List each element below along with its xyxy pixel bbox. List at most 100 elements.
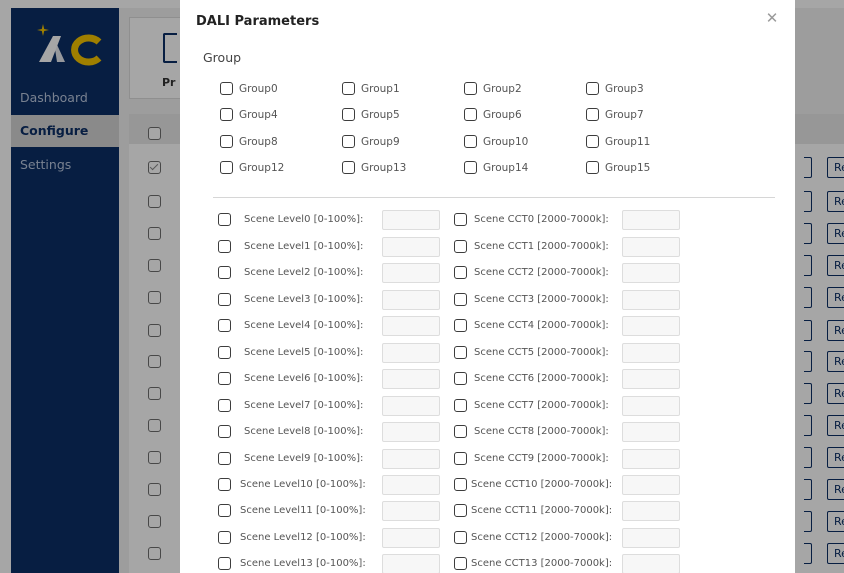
group-label: Group13: [361, 162, 407, 174]
scene-level-checkbox[interactable]: [218, 346, 231, 359]
scene-level-label: Scene Level9 [0-100%]:: [244, 453, 364, 464]
scene-level-label: Scene Level6 [0-100%]:: [244, 373, 364, 384]
scene-cct-input[interactable]: [622, 396, 680, 416]
scene-cct-label: Scene CCT4 [2000-7000k]:: [474, 320, 609, 331]
scene-cct-checkbox[interactable]: [454, 266, 467, 279]
scene-cct-checkbox[interactable]: [454, 425, 467, 438]
scene-cct-input[interactable]: [622, 237, 680, 257]
scene-cct-checkbox[interactable]: [454, 557, 467, 570]
scene-cct-input[interactable]: [622, 449, 680, 469]
group-label: Group6: [483, 109, 522, 121]
scene-cct-input[interactable]: [622, 554, 680, 573]
scene-cct-input[interactable]: [622, 475, 680, 495]
scene-level-input[interactable]: [382, 316, 440, 336]
scene-cct-checkbox[interactable]: [454, 478, 467, 491]
scene-level-checkbox[interactable]: [218, 452, 231, 465]
group-checkbox[interactable]: [342, 82, 355, 95]
scene-cct-input[interactable]: [622, 422, 680, 442]
scene-cct-label: Scene CCT1 [2000-7000k]:: [474, 241, 609, 252]
group-checkbox[interactable]: [464, 135, 477, 148]
group-checkbox[interactable]: [464, 82, 477, 95]
group-checkbox[interactable]: [464, 161, 477, 174]
scene-cct-input[interactable]: [622, 316, 680, 336]
scene-row: Scene Level8 [0-100%]: Scene CCT8 [2000-7…: [180, 422, 795, 442]
scene-level-checkbox[interactable]: [218, 293, 231, 306]
scene-level-label: Scene Level2 [0-100%]:: [244, 267, 364, 278]
scene-level-input[interactable]: [382, 528, 440, 548]
scene-level-input[interactable]: [382, 343, 440, 363]
scene-level-label: Scene Level11 [0-100%]:: [240, 505, 366, 516]
scene-cct-input[interactable]: [622, 501, 680, 521]
scene-level-input[interactable]: [382, 422, 440, 442]
scene-cct-input[interactable]: [622, 290, 680, 310]
group-checkbox[interactable]: [220, 135, 233, 148]
dialog-title: DALI Parameters: [196, 14, 320, 29]
scene-cct-checkbox[interactable]: [454, 399, 467, 412]
scene-level-checkbox[interactable]: [218, 266, 231, 279]
scene-cct-label: Scene CCT2 [2000-7000k]:: [474, 267, 609, 278]
scene-level-checkbox[interactable]: [218, 399, 231, 412]
group-checkbox[interactable]: [220, 82, 233, 95]
scene-level-input[interactable]: [382, 449, 440, 469]
group-label: Group9: [361, 136, 400, 148]
group-checkbox[interactable]: [464, 108, 477, 121]
scene-cct-label: Scene CCT8 [2000-7000k]:: [474, 426, 609, 437]
scene-row: Scene Level2 [0-100%]: Scene CCT2 [2000-7…: [180, 263, 795, 283]
scene-cct-input[interactable]: [622, 263, 680, 283]
scene-cct-checkbox[interactable]: [454, 452, 467, 465]
scene-level-checkbox[interactable]: [218, 478, 231, 491]
scene-level-checkbox[interactable]: [218, 213, 231, 226]
scene-level-label: Scene Level10 [0-100%]:: [240, 479, 366, 490]
close-icon[interactable]: ✕: [763, 9, 781, 27]
scene-level-input[interactable]: [382, 396, 440, 416]
group-checkbox[interactable]: [586, 108, 599, 121]
section-divider: [213, 197, 775, 198]
scene-level-input[interactable]: [382, 369, 440, 389]
scene-cct-checkbox[interactable]: [454, 319, 467, 332]
group-checkbox[interactable]: [586, 161, 599, 174]
scene-level-checkbox[interactable]: [218, 531, 231, 544]
scene-cct-checkbox[interactable]: [454, 240, 467, 253]
scene-cct-checkbox[interactable]: [454, 372, 467, 385]
scene-cct-checkbox[interactable]: [454, 531, 467, 544]
group-checkbox[interactable]: [586, 135, 599, 148]
scene-cct-input[interactable]: [622, 343, 680, 363]
scene-cct-input[interactable]: [622, 210, 680, 230]
scene-row: Scene Level11 [0-100%]: Scene CCT11 [2000…: [180, 501, 795, 521]
group-checkbox[interactable]: [586, 82, 599, 95]
scene-cct-checkbox[interactable]: [454, 504, 467, 517]
scene-cct-checkbox[interactable]: [454, 213, 467, 226]
scene-cct-input[interactable]: [622, 528, 680, 548]
scene-level-checkbox[interactable]: [218, 557, 231, 570]
scene-level-input[interactable]: [382, 263, 440, 283]
scene-cct-label: Scene CCT5 [2000-7000k]:: [474, 347, 609, 358]
scene-level-checkbox[interactable]: [218, 240, 231, 253]
scene-level-input[interactable]: [382, 237, 440, 257]
scene-cct-label: Scene CCT13 [2000-7000k]:: [471, 558, 613, 569]
group-label: Group8: [239, 136, 278, 148]
scene-level-input[interactable]: [382, 210, 440, 230]
scene-cct-label: Scene CCT9 [2000-7000k]:: [474, 453, 609, 464]
scene-level-input[interactable]: [382, 554, 440, 573]
scene-level-label: Scene Level5 [0-100%]:: [244, 347, 364, 358]
scene-level-checkbox[interactable]: [218, 372, 231, 385]
scene-row: Scene Level1 [0-100%]: Scene CCT1 [2000-7…: [180, 237, 795, 257]
scene-level-input[interactable]: [382, 475, 440, 495]
group-label: Group14: [483, 162, 529, 174]
group-checkbox[interactable]: [342, 135, 355, 148]
scene-cct-checkbox[interactable]: [454, 293, 467, 306]
group-checkbox[interactable]: [220, 108, 233, 121]
scene-level-label: Scene Level8 [0-100%]:: [244, 426, 364, 437]
group-checkbox[interactable]: [220, 161, 233, 174]
scene-cct-label: Scene CCT7 [2000-7000k]:: [474, 400, 609, 411]
scene-level-input[interactable]: [382, 290, 440, 310]
scene-level-checkbox[interactable]: [218, 319, 231, 332]
scene-level-checkbox[interactable]: [218, 504, 231, 517]
scene-cct-checkbox[interactable]: [454, 346, 467, 359]
group-checkbox[interactable]: [342, 161, 355, 174]
group-checkbox[interactable]: [342, 108, 355, 121]
scene-cct-label: Scene CCT6 [2000-7000k]:: [474, 373, 609, 384]
scene-level-checkbox[interactable]: [218, 425, 231, 438]
scene-cct-input[interactable]: [622, 369, 680, 389]
scene-level-input[interactable]: [382, 501, 440, 521]
